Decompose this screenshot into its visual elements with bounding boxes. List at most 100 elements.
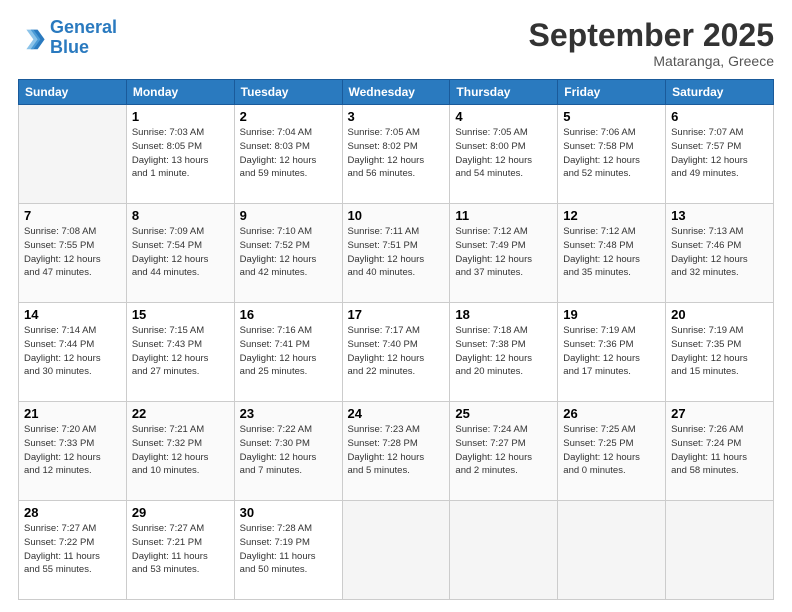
day-info: Sunrise: 7:03 AMSunset: 8:05 PMDaylight:… [132, 126, 229, 181]
day-number: 6 [671, 109, 768, 124]
day-info: Sunrise: 7:05 AMSunset: 8:02 PMDaylight:… [348, 126, 445, 181]
logo-text: General Blue [50, 18, 117, 58]
calendar-cell: 30 Sunrise: 7:28 AMSunset: 7:19 PMDayligh… [234, 501, 342, 600]
day-number: 26 [563, 406, 660, 421]
calendar-cell: 15 Sunrise: 7:15 AMSunset: 7:43 PMDayligh… [126, 303, 234, 402]
calendar-cell: 23Sunrise: 7:22 AMSunset: 7:30 PMDayligh… [234, 402, 342, 501]
logo-blue: Blue [50, 37, 89, 57]
day-number: 4 [455, 109, 552, 124]
day-info: Sunrise: 7:07 AMSunset: 7:57 PMDaylight:… [671, 126, 768, 181]
calendar-cell: 11 Sunrise: 7:12 AMSunset: 7:49 PMDayligh… [450, 204, 558, 303]
day-number: 8 [132, 208, 229, 223]
day-number: 1 [132, 109, 229, 124]
calendar-cell: 8Sunrise: 7:09 AMSunset: 7:54 PMDaylight… [126, 204, 234, 303]
calendar-table: SundayMondayTuesdayWednesdayThursdayFrid… [18, 79, 774, 600]
header-day-saturday: Saturday [666, 80, 774, 105]
day-number: 29 [132, 505, 229, 520]
day-number: 19 [563, 307, 660, 322]
calendar-cell [666, 501, 774, 600]
calendar-week-2: 7 Sunrise: 7:08 AMSunset: 7:55 PMDaylight… [19, 204, 774, 303]
calendar-cell: 18Sunrise: 7:18 AMSunset: 7:38 PMDayligh… [450, 303, 558, 402]
title-block: September 2025 Mataranga, Greece [529, 18, 774, 69]
day-number: 27 [671, 406, 768, 421]
logo-general: General [50, 17, 117, 37]
day-number: 10 [348, 208, 445, 223]
page: General Blue September 2025 Mataranga, G… [0, 0, 792, 612]
header-day-sunday: Sunday [19, 80, 127, 105]
calendar-cell [558, 501, 666, 600]
day-info: Sunrise: 7:26 AMSunset: 7:24 PMDaylight:… [671, 423, 768, 478]
day-number: 16 [240, 307, 337, 322]
day-info: Sunrise: 7:13 AMSunset: 7:46 PMDaylight:… [671, 225, 768, 280]
calendar-week-1: 1 Sunrise: 7:03 AMSunset: 8:05 PMDaylight… [19, 105, 774, 204]
day-info: Sunrise: 7:23 AMSunset: 7:28 PMDaylight:… [348, 423, 445, 478]
day-info: Sunrise: 7:12 AMSunset: 7:48 PMDaylight:… [563, 225, 660, 280]
day-info: Sunrise: 7:20 AMSunset: 7:33 PMDaylight:… [24, 423, 121, 478]
calendar-cell: 5 Sunrise: 7:06 AMSunset: 7:58 PMDaylight… [558, 105, 666, 204]
day-info: Sunrise: 7:11 AMSunset: 7:51 PMDaylight:… [348, 225, 445, 280]
day-info: Sunrise: 7:15 AMSunset: 7:43 PMDaylight:… [132, 324, 229, 379]
calendar-cell: 3 Sunrise: 7:05 AMSunset: 8:02 PMDaylight… [342, 105, 450, 204]
calendar-cell: 19 Sunrise: 7:19 AMSunset: 7:36 PMDayligh… [558, 303, 666, 402]
calendar-cell: 4Sunrise: 7:05 AMSunset: 8:00 PMDaylight… [450, 105, 558, 204]
day-info: Sunrise: 7:22 AMSunset: 7:30 PMDaylight:… [240, 423, 337, 478]
day-number: 25 [455, 406, 552, 421]
day-number: 11 [455, 208, 552, 223]
calendar-cell [450, 501, 558, 600]
calendar-cell [342, 501, 450, 600]
day-info: Sunrise: 7:25 AMSunset: 7:25 PMDaylight:… [563, 423, 660, 478]
day-number: 21 [24, 406, 121, 421]
day-number: 7 [24, 208, 121, 223]
day-info: Sunrise: 7:14 AMSunset: 7:44 PMDaylight:… [24, 324, 121, 379]
calendar-cell: 6 Sunrise: 7:07 AMSunset: 7:57 PMDaylight… [666, 105, 774, 204]
calendar-cell: 27 Sunrise: 7:26 AMSunset: 7:24 PMDayligh… [666, 402, 774, 501]
day-number: 3 [348, 109, 445, 124]
day-number: 24 [348, 406, 445, 421]
logo: General Blue [18, 18, 117, 58]
day-number: 14 [24, 307, 121, 322]
header-day-friday: Friday [558, 80, 666, 105]
calendar-cell: 16 Sunrise: 7:16 AMSunset: 7:41 PMDayligh… [234, 303, 342, 402]
day-info: Sunrise: 7:16 AMSunset: 7:41 PMDaylight:… [240, 324, 337, 379]
day-number: 13 [671, 208, 768, 223]
calendar-cell: 7 Sunrise: 7:08 AMSunset: 7:55 PMDaylight… [19, 204, 127, 303]
day-number: 12 [563, 208, 660, 223]
day-number: 18 [455, 307, 552, 322]
calendar-cell: 29 Sunrise: 7:27 AMSunset: 7:21 PMDayligh… [126, 501, 234, 600]
day-number: 17 [348, 307, 445, 322]
calendar-cell: 21 Sunrise: 7:20 AMSunset: 7:33 PMDayligh… [19, 402, 127, 501]
logo-icon [18, 24, 46, 52]
day-info: Sunrise: 7:21 AMSunset: 7:32 PMDaylight:… [132, 423, 229, 478]
calendar-cell: 1 Sunrise: 7:03 AMSunset: 8:05 PMDaylight… [126, 105, 234, 204]
day-info: Sunrise: 7:27 AMSunset: 7:22 PMDaylight:… [24, 522, 121, 577]
calendar-cell: 22 Sunrise: 7:21 AMSunset: 7:32 PMDayligh… [126, 402, 234, 501]
day-info: Sunrise: 7:28 AMSunset: 7:19 PMDaylight:… [240, 522, 337, 577]
day-number: 30 [240, 505, 337, 520]
calendar-cell: 2 Sunrise: 7:04 AMSunset: 8:03 PMDaylight… [234, 105, 342, 204]
day-info: Sunrise: 7:24 AMSunset: 7:27 PMDaylight:… [455, 423, 552, 478]
day-info: Sunrise: 7:19 AMSunset: 7:36 PMDaylight:… [563, 324, 660, 379]
calendar-week-5: 28Sunrise: 7:27 AMSunset: 7:22 PMDayligh… [19, 501, 774, 600]
day-info: Sunrise: 7:10 AMSunset: 7:52 PMDaylight:… [240, 225, 337, 280]
day-info: Sunrise: 7:08 AMSunset: 7:55 PMDaylight:… [24, 225, 121, 280]
day-number: 5 [563, 109, 660, 124]
header-day-wednesday: Wednesday [342, 80, 450, 105]
header-day-thursday: Thursday [450, 80, 558, 105]
calendar-cell: 25 Sunrise: 7:24 AMSunset: 7:27 PMDayligh… [450, 402, 558, 501]
calendar-week-3: 14 Sunrise: 7:14 AMSunset: 7:44 PMDayligh… [19, 303, 774, 402]
day-number: 9 [240, 208, 337, 223]
day-number: 15 [132, 307, 229, 322]
day-info: Sunrise: 7:06 AMSunset: 7:58 PMDaylight:… [563, 126, 660, 181]
calendar-week-4: 21 Sunrise: 7:20 AMSunset: 7:33 PMDayligh… [19, 402, 774, 501]
day-number: 22 [132, 406, 229, 421]
day-info: Sunrise: 7:04 AMSunset: 8:03 PMDaylight:… [240, 126, 337, 181]
calendar-cell [19, 105, 127, 204]
calendar-cell: 10 Sunrise: 7:11 AMSunset: 7:51 PMDayligh… [342, 204, 450, 303]
calendar-cell: 17 Sunrise: 7:17 AMSunset: 7:40 PMDayligh… [342, 303, 450, 402]
day-info: Sunrise: 7:12 AMSunset: 7:49 PMDaylight:… [455, 225, 552, 280]
day-info: Sunrise: 7:17 AMSunset: 7:40 PMDaylight:… [348, 324, 445, 379]
day-info: Sunrise: 7:27 AMSunset: 7:21 PMDaylight:… [132, 522, 229, 577]
day-number: 2 [240, 109, 337, 124]
day-info: Sunrise: 7:19 AMSunset: 7:35 PMDaylight:… [671, 324, 768, 379]
calendar-cell: 24 Sunrise: 7:23 AMSunset: 7:28 PMDayligh… [342, 402, 450, 501]
